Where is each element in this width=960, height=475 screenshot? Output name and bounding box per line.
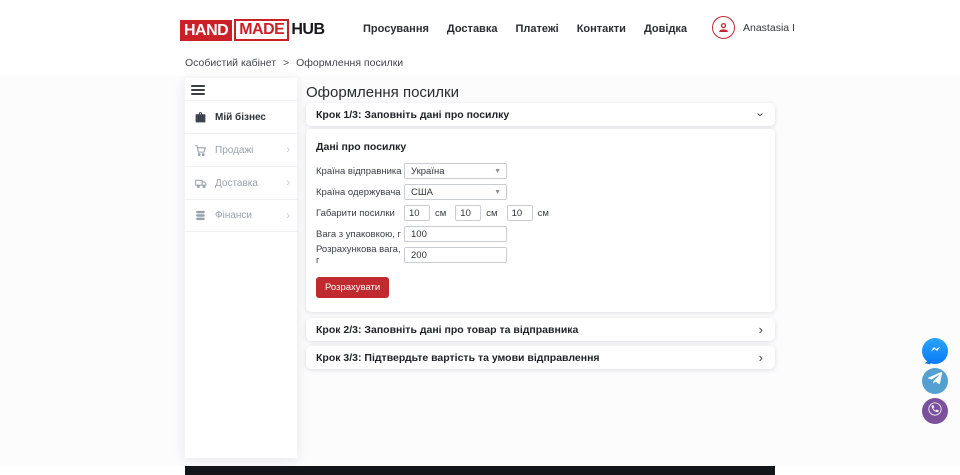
dimensions-label: Габарити посилки bbox=[316, 208, 404, 219]
recipient-country-select[interactable]: США ▼ bbox=[404, 184, 507, 200]
form-row-weight-calculated: Розрахункова вага, г bbox=[316, 247, 765, 263]
main-nav: Просування Доставка Платежі Контакти Дов… bbox=[363, 23, 687, 35]
step-1-body: Дані про посилку Країна відправника Укра… bbox=[306, 129, 775, 312]
header: HAND MADE HUB Просування Доставка Платеж… bbox=[0, 0, 960, 55]
chevron-right-icon: › bbox=[759, 323, 763, 336]
recipient-country-value: США bbox=[411, 187, 433, 198]
breadcrumb-parcel[interactable]: Оформлення посилки bbox=[296, 57, 403, 69]
sidebar-item-label: Доставка bbox=[215, 178, 286, 189]
nav-promotion[interactable]: Просування bbox=[363, 23, 429, 35]
chevron-down-icon: › bbox=[754, 112, 767, 116]
calculate-button[interactable]: Розрахувати bbox=[316, 277, 389, 298]
nav-help[interactable]: Довідка bbox=[644, 23, 687, 35]
nav-contacts[interactable]: Контакти bbox=[577, 23, 626, 35]
nav-payments[interactable]: Платежі bbox=[515, 23, 558, 35]
sidebar-item-delivery[interactable]: Доставка › bbox=[185, 166, 297, 199]
step-1-header[interactable]: Крок 1/3: Заповніть дані про посилку › bbox=[306, 103, 775, 126]
sidebar-item-label: Продажі bbox=[215, 145, 286, 156]
chevron-right-icon: › bbox=[286, 210, 290, 222]
dimension-width-input[interactable] bbox=[455, 205, 481, 221]
page: HAND MADE HUB Просування Доставка Платеж… bbox=[0, 0, 960, 475]
step-3-header[interactable]: Крок 3/3: Підтвердьте вартість та умови … bbox=[306, 346, 775, 369]
sidebar-menu: Мій бізнес Продажі › bbox=[185, 100, 297, 232]
sidebar-item-finance[interactable]: Фінанси › bbox=[185, 199, 297, 232]
chevron-right-icon: › bbox=[286, 177, 290, 189]
sidebar-item-label: Фінанси bbox=[215, 210, 286, 221]
form-row-dimensions: Габарити посилки см см см bbox=[316, 205, 765, 221]
messenger-button[interactable] bbox=[922, 338, 948, 364]
cart-icon bbox=[194, 143, 208, 157]
user-account[interactable]: Anastasia I bbox=[712, 16, 795, 39]
caret-down-icon: ▼ bbox=[494, 168, 501, 175]
unit-cm: см bbox=[486, 208, 497, 219]
breadcrumb-separator: > bbox=[283, 57, 289, 69]
sender-country-label: Країна відправника bbox=[316, 166, 404, 177]
telegram-icon bbox=[927, 371, 943, 392]
unit-cm: см bbox=[538, 208, 549, 219]
weight-packed-label: Вага з упаковкою, г bbox=[316, 229, 404, 240]
step-3-label: Крок 3/3: Підтвердьте вартість та умови … bbox=[316, 352, 759, 364]
social-button-stack bbox=[922, 338, 948, 424]
messenger-icon bbox=[928, 341, 943, 361]
coins-icon bbox=[194, 209, 208, 223]
sender-country-value: Україна bbox=[411, 166, 445, 177]
dimension-height-input[interactable] bbox=[507, 205, 533, 221]
step-1-label: Крок 1/3: Заповніть дані про посилку bbox=[316, 109, 759, 121]
sidebar-item-sales[interactable]: Продажі › bbox=[185, 133, 297, 166]
breadcrumb-account[interactable]: Особистий кабінет bbox=[185, 57, 276, 69]
logo-part-hand: HAND bbox=[180, 20, 232, 41]
sender-country-select[interactable]: Україна ▼ bbox=[404, 163, 507, 179]
user-name: Anastasia I bbox=[743, 22, 795, 34]
hamburger-icon[interactable] bbox=[191, 85, 205, 96]
user-avatar-icon bbox=[712, 16, 735, 39]
recipient-country-label: Країна одержувача bbox=[316, 187, 404, 198]
chevron-right-icon: › bbox=[759, 351, 763, 364]
step-2-label: Крок 2/3: Заповніть дані про товар та ві… bbox=[316, 324, 759, 336]
sidebar-item-my-business[interactable]: Мій бізнес bbox=[185, 100, 297, 133]
form-row-weight-packed: Вага з упаковкою, г bbox=[316, 226, 765, 242]
form-row-recipient-country: Країна одержувача США ▼ bbox=[316, 184, 765, 200]
weight-calculated-input[interactable] bbox=[404, 247, 507, 263]
nav-delivery[interactable]: Доставка bbox=[447, 23, 498, 35]
viber-button[interactable] bbox=[922, 398, 948, 424]
form-row-sender-country: Країна відправника Україна ▼ bbox=[316, 163, 765, 179]
sidebar-item-label: Мій бізнес bbox=[215, 112, 290, 123]
step-2-header[interactable]: Крок 2/3: Заповніть дані про товар та ві… bbox=[306, 318, 775, 341]
viber-icon bbox=[926, 400, 944, 423]
telegram-button[interactable] bbox=[922, 368, 948, 394]
form-section-title: Дані про посилку bbox=[316, 141, 765, 153]
weight-calculated-label: Розрахункова вага, г bbox=[316, 244, 404, 266]
truck-icon bbox=[194, 176, 208, 190]
chevron-right-icon: › bbox=[286, 144, 290, 156]
weight-packed-input[interactable] bbox=[404, 226, 507, 242]
logo[interactable]: HAND MADE HUB bbox=[180, 19, 325, 41]
sidebar: Мій бізнес Продажі › bbox=[185, 78, 297, 458]
caret-down-icon: ▼ bbox=[494, 189, 501, 196]
footer-bar bbox=[185, 466, 775, 475]
unit-cm: см bbox=[435, 208, 446, 219]
dimension-length-input[interactable] bbox=[404, 205, 430, 221]
briefcase-icon bbox=[194, 110, 208, 124]
breadcrumb: Особистий кабінет > Оформлення посилки bbox=[185, 57, 403, 69]
page-title: Оформлення посилки bbox=[306, 84, 459, 101]
logo-part-made: MADE bbox=[234, 19, 289, 41]
logo-part-hub: HUB bbox=[291, 21, 324, 39]
